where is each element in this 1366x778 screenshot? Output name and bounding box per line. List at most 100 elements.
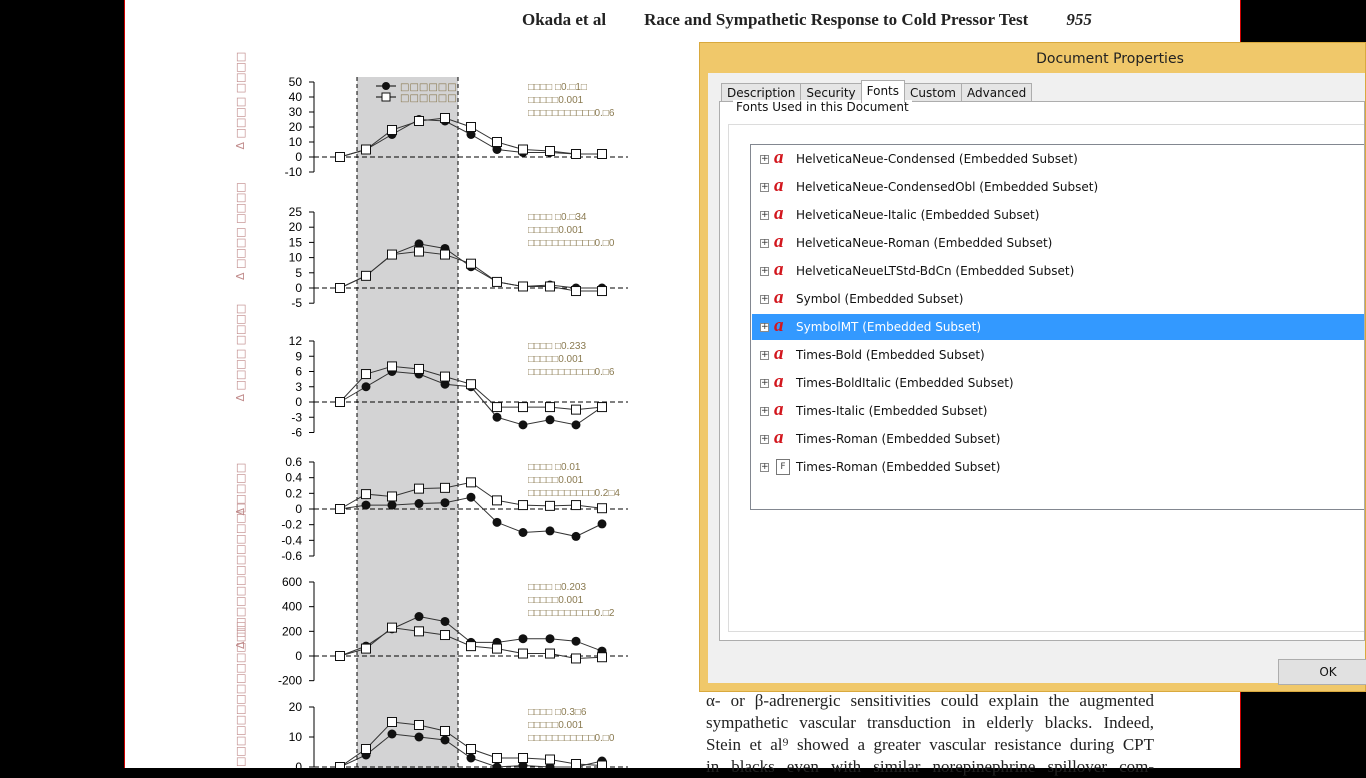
data-point-open bbox=[335, 504, 345, 514]
font-list-item[interactable]: + F Times-Roman (Embedded Subset) bbox=[752, 454, 1364, 480]
opentype-font-icon: a bbox=[774, 315, 784, 336]
expand-icon[interactable]: + bbox=[760, 406, 769, 416]
stats-annotation: □□□□□0.001 bbox=[528, 475, 584, 486]
font-list-item[interactable]: + a HelveticaNeue-Italic (Embedded Subset) bbox=[752, 202, 1364, 228]
fonts-tree[interactable]: + a HelveticaNeue-Condensed (Embedded Subs… bbox=[750, 144, 1364, 510]
stats-annotation: □□□□□0.001 bbox=[528, 95, 584, 106]
dialog-title: Document Properties bbox=[1036, 51, 1184, 67]
opentype-font-icon: a bbox=[774, 343, 784, 364]
font-list-item[interactable]: + a HelveticaNeue-CondensedObl (Embedded S… bbox=[752, 174, 1364, 200]
y-tick-label: 200 bbox=[282, 624, 302, 638]
font-list-item[interactable]: + a Times-Roman (Embedded Subset) bbox=[752, 426, 1364, 452]
data-point-open bbox=[440, 113, 450, 123]
expand-icon[interactable]: + bbox=[760, 462, 769, 472]
expand-icon[interactable]: + bbox=[760, 434, 769, 444]
data-point-filled bbox=[545, 415, 555, 425]
data-point-open bbox=[518, 144, 528, 155]
font-list-item[interactable]: + a Times-Italic (Embedded Subset) bbox=[752, 398, 1364, 424]
font-name: SymbolMT (Embedded Subset) bbox=[796, 320, 982, 334]
data-point-open bbox=[518, 281, 528, 292]
data-point-open bbox=[335, 397, 345, 407]
expand-icon[interactable]: + bbox=[760, 154, 769, 164]
stats-annotation: □□□□ □0.□1□ bbox=[528, 82, 587, 93]
font-list-item[interactable]: + a HelveticaNeue-Condensed (Embedded Subs… bbox=[752, 146, 1364, 172]
y-tick-label: 3 bbox=[295, 380, 302, 394]
font-name: HelveticaNeue-Italic (Embedded Subset) bbox=[796, 208, 1040, 222]
y-tick-label: 0.4 bbox=[285, 471, 302, 485]
font-name: Times-BoldItalic (Embedded Subset) bbox=[796, 376, 1014, 390]
y-axis-label: Δ □□□□ □□□□ bbox=[234, 182, 247, 280]
body-line: in blacks even with similar norepinephri… bbox=[706, 757, 1154, 776]
ok-button[interactable]: OK bbox=[1278, 659, 1366, 685]
data-point-open bbox=[414, 720, 424, 730]
legend-label: □□□□□□ bbox=[400, 93, 457, 104]
expand-icon[interactable]: + bbox=[760, 266, 769, 276]
stimulus-period-shading bbox=[357, 77, 458, 768]
data-point-filled bbox=[414, 499, 424, 509]
font-name: Times-Roman (Embedded Subset) bbox=[796, 460, 1001, 474]
data-point-open bbox=[518, 648, 528, 659]
data-point-filled bbox=[571, 636, 581, 646]
font-name: HelveticaNeue-CondensedObl (Embedded Sub… bbox=[796, 180, 1099, 194]
expand-icon[interactable]: + bbox=[760, 350, 769, 360]
data-point-open bbox=[545, 402, 555, 413]
data-point-open bbox=[545, 146, 555, 156]
data-point-open bbox=[466, 122, 476, 132]
font-list-item[interactable]: + a Times-Bold (Embedded Subset) bbox=[752, 342, 1364, 368]
tab-custom[interactable]: Custom bbox=[904, 83, 962, 103]
expand-icon[interactable]: + bbox=[760, 294, 769, 304]
font-list-item[interactable]: + a Times-BoldItalic (Embedded Subset) bbox=[752, 370, 1364, 396]
data-point-open bbox=[387, 491, 397, 502]
y-tick-label: -10 bbox=[285, 165, 303, 179]
data-point-open bbox=[361, 369, 371, 380]
data-point-filled bbox=[492, 517, 502, 527]
font-list-item[interactable]: + a Symbol (Embedded Subset) bbox=[752, 286, 1364, 312]
stats-annotation: □□□□□□□□□□□0.□2 bbox=[528, 608, 615, 619]
font-list-item[interactable]: + a HelveticaNeue-Roman (Embedded Subset) bbox=[752, 230, 1364, 256]
data-point-filled bbox=[440, 735, 450, 745]
y-tick-label: 0.6 bbox=[285, 455, 302, 469]
tab-advanced[interactable]: Advanced bbox=[961, 83, 1033, 103]
y-axis-label: □□□□□□□□□□□□□□ bbox=[234, 621, 247, 767]
data-point-open bbox=[545, 281, 555, 292]
y-tick-label: 0.2 bbox=[285, 486, 302, 500]
data-point-open bbox=[335, 283, 345, 293]
data-point-open bbox=[335, 651, 345, 661]
y-tick-label: 0 bbox=[295, 649, 302, 663]
font-name: HelveticaNeueLTStd-BdCn (Embedded Subset… bbox=[796, 264, 1075, 278]
expand-icon[interactable]: + bbox=[760, 322, 769, 332]
data-point-open bbox=[414, 246, 424, 257]
data-point-filled bbox=[597, 519, 607, 529]
stats-annotation: □□□□ □0.3□6 bbox=[528, 707, 587, 718]
type1-font-icon: F bbox=[776, 459, 790, 475]
expand-icon[interactable]: + bbox=[760, 238, 769, 248]
tab-fonts[interactable]: Fonts bbox=[860, 80, 906, 103]
header-title: Race and Sympathetic Response to Cold Pr… bbox=[644, 10, 1029, 29]
expand-icon[interactable]: + bbox=[760, 210, 769, 220]
data-point-open bbox=[440, 482, 450, 493]
data-point-open bbox=[466, 258, 476, 269]
opentype-font-icon: a bbox=[774, 287, 784, 308]
font-list-item[interactable]: + a SymbolMT (Embedded Subset) bbox=[752, 314, 1364, 340]
stats-annotation: □□□□□0.001 bbox=[528, 720, 584, 731]
data-point-open bbox=[466, 744, 476, 754]
stats-annotation: □□□□□0.001 bbox=[528, 225, 584, 236]
data-point-open bbox=[387, 717, 397, 727]
stats-annotation: □□□□□□□□□□□0.□0 bbox=[528, 238, 615, 249]
font-name: Times-Roman (Embedded Subset) bbox=[796, 432, 1001, 446]
expand-icon[interactable]: + bbox=[760, 378, 769, 388]
font-list-item[interactable]: + a HelveticaNeueLTStd-BdCn (Embedded Subs… bbox=[752, 258, 1364, 284]
stats-annotation: □□□□□□□□□□□0.□0 bbox=[528, 733, 615, 744]
data-point-open bbox=[361, 489, 371, 500]
opentype-font-icon: a bbox=[774, 175, 784, 196]
opentype-font-icon: a bbox=[774, 399, 784, 420]
data-point-filled bbox=[545, 634, 555, 644]
data-point-open bbox=[571, 149, 581, 159]
y-tick-label: 9 bbox=[295, 349, 302, 363]
data-point-open bbox=[387, 622, 397, 633]
y-tick-label: 400 bbox=[282, 600, 302, 614]
data-point-open bbox=[466, 477, 476, 488]
data-point-open bbox=[414, 483, 424, 494]
expand-icon[interactable]: + bbox=[760, 182, 769, 192]
y-tick-label: -0.4 bbox=[281, 533, 302, 547]
